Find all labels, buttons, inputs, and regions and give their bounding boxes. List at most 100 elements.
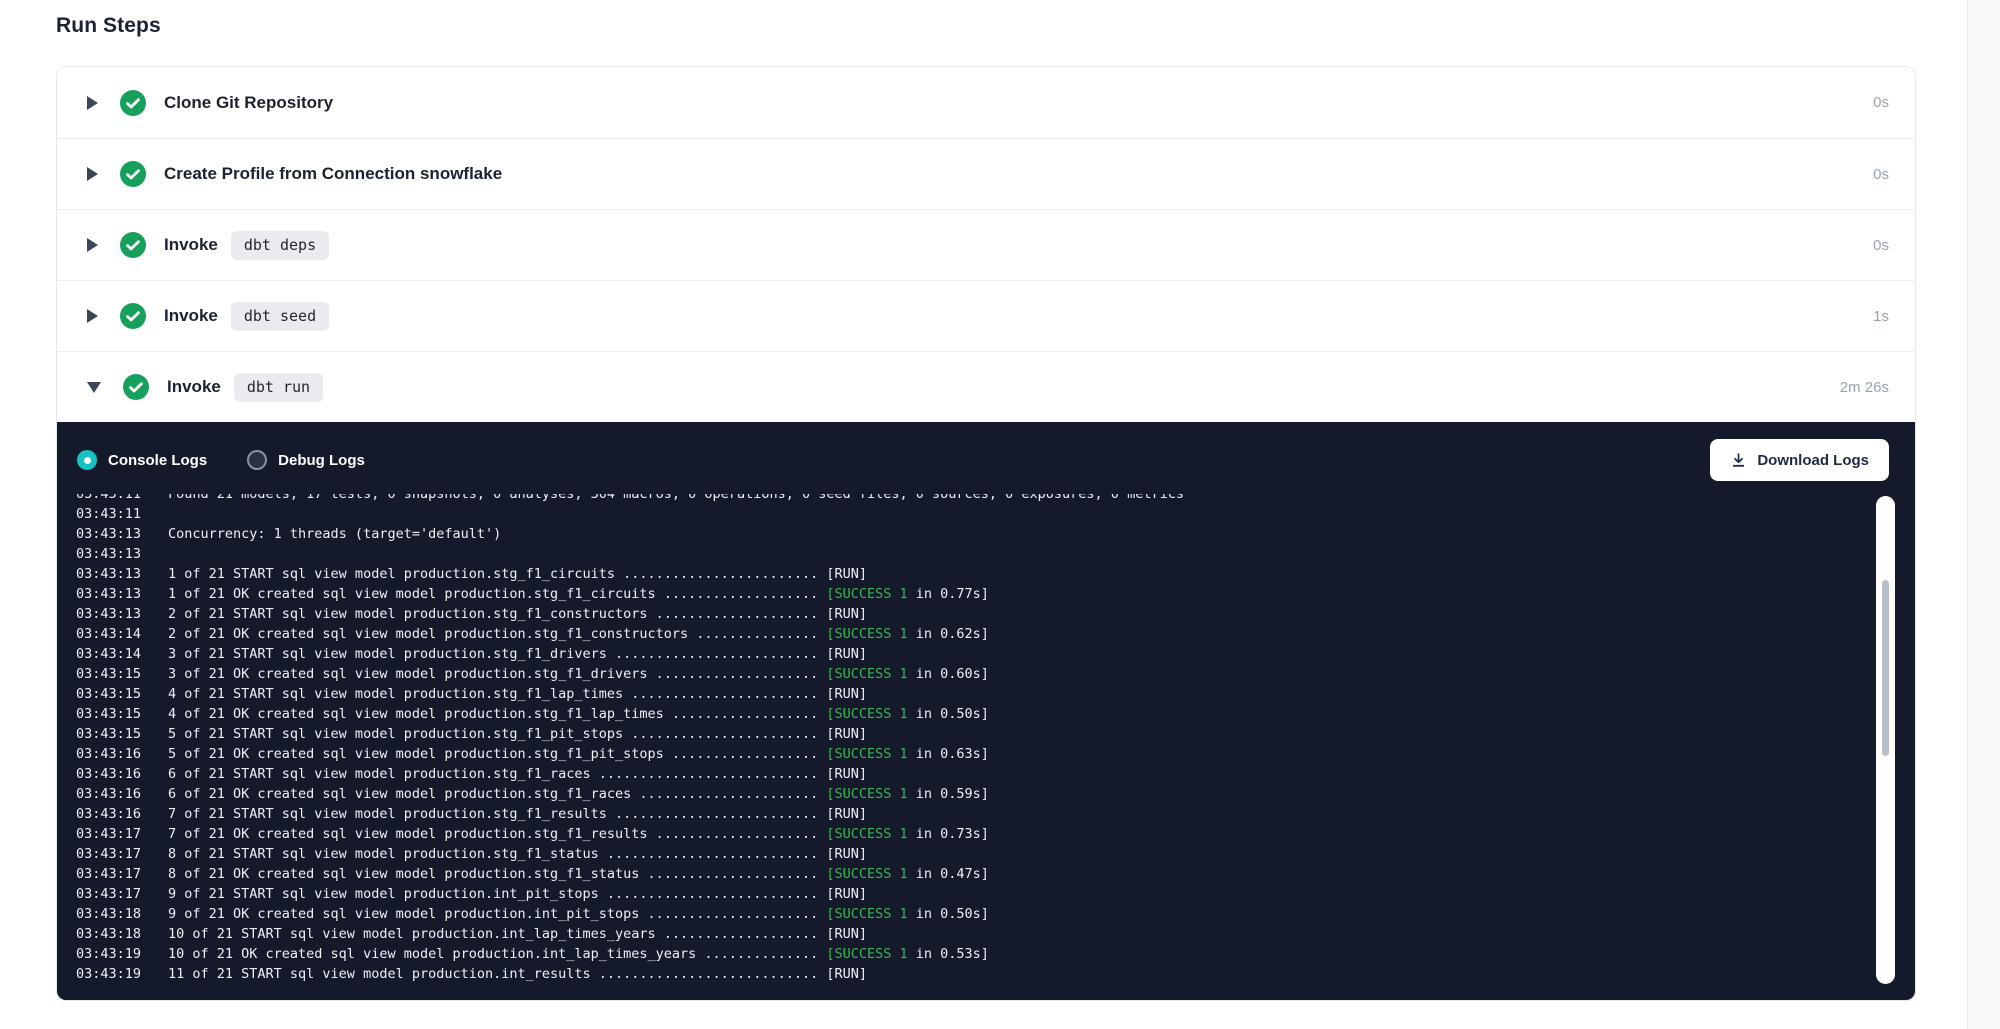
log-timestamp: 03:43:13 (76, 604, 142, 624)
console-scrollbar-thumb[interactable] (1882, 580, 1889, 756)
log-message: 4 of 21 START sql view model production.… (168, 684, 867, 704)
log-message: 2 of 21 START sql view model production.… (168, 604, 867, 624)
log-message: 6 of 21 START sql view model production.… (168, 764, 867, 784)
log-message: 8 of 21 START sql view model production.… (168, 844, 867, 864)
command-chip: dbt deps (231, 231, 329, 260)
log-timestamp: 03:43:15 (76, 704, 142, 724)
log-message: 4 of 21 OK created sql view model produc… (168, 704, 989, 724)
log-message: 11 of 21 START sql view model production… (168, 964, 867, 984)
log-timestamp: 03:43:13 (76, 544, 142, 564)
log-timestamp: 03:43:13 (76, 524, 142, 544)
step-duration: 1s (1873, 308, 1889, 325)
log-line: 03:43:17 8 of 21 OK created sql view mod… (76, 864, 1855, 884)
log-timestamp: 03:43:11 (76, 494, 142, 504)
log-timestamp: 03:43:18 (76, 924, 142, 944)
log-message: 3 of 21 START sql view model production.… (168, 644, 867, 664)
log-line: 03:43:13 Concurrency: 1 threads (target=… (76, 524, 1855, 544)
radio-selected-icon[interactable] (77, 450, 97, 470)
console-header: Console Logs Debug Logs Download Logs (57, 422, 1915, 494)
log-line: 03:43:16 6 of 21 START sql view model pr… (76, 764, 1855, 784)
step-duration: 0s (1873, 94, 1889, 111)
step-label: Invoke (164, 235, 218, 255)
console-logs-radio[interactable]: Console Logs (77, 450, 207, 470)
log-timestamp: 03:43:19 (76, 944, 142, 964)
log-timestamp: 03:43:13 (76, 564, 142, 584)
expand-caret-icon[interactable] (87, 382, 101, 393)
expand-caret-icon[interactable] (87, 309, 98, 323)
expand-caret-icon[interactable] (87, 96, 98, 110)
expand-caret-icon[interactable] (87, 238, 98, 252)
console-logs-label: Console Logs (108, 452, 207, 469)
log-timestamp: 03:43:18 (76, 904, 142, 924)
step-duration: 0s (1873, 166, 1889, 183)
log-message: 5 of 21 START sql view model production.… (168, 724, 867, 744)
log-timestamp: 03:43:14 (76, 624, 142, 644)
log-message: 10 of 21 OK created sql view model produ… (168, 944, 989, 964)
run-step-row[interactable]: Invoke dbt seed 1s (57, 280, 1915, 351)
log-line: 03:43:14 3 of 21 START sql view model pr… (76, 644, 1855, 664)
debug-logs-radio[interactable]: Debug Logs (247, 450, 365, 470)
log-line: 03:43:17 8 of 21 START sql view model pr… (76, 844, 1855, 864)
log-timestamp: 03:43:15 (76, 664, 142, 684)
log-line: 03:43:13 1 of 21 OK created sql view mod… (76, 584, 1855, 604)
download-logs-button[interactable]: Download Logs (1710, 439, 1889, 481)
run-step-row[interactable]: Invoke dbt deps 0s (57, 209, 1915, 280)
log-timestamp: 03:43:11 (76, 504, 142, 524)
log-line: 03:43:18 9 of 21 OK created sql view mod… (76, 904, 1855, 924)
log-message: 1 of 21 OK created sql view model produc… (168, 584, 989, 604)
log-line: 03:43:16 5 of 21 OK created sql view mod… (76, 744, 1855, 764)
debug-logs-label: Debug Logs (278, 452, 365, 469)
log-timestamp: 03:43:17 (76, 864, 142, 884)
step-duration: 2m 26s (1840, 379, 1889, 396)
log-message: 7 of 21 START sql view model production.… (168, 804, 867, 824)
log-timestamp: 03:43:17 (76, 824, 142, 844)
log-line: 03:43:19 11 of 21 START sql view model p… (76, 964, 1855, 984)
success-check-icon (120, 232, 146, 258)
run-steps-card: Clone Git Repository 0s Create Profile f… (56, 66, 1916, 1001)
log-line: 03:43:13 (76, 544, 1855, 564)
run-step-row[interactable]: Create Profile from Connection snowflake… (57, 138, 1915, 209)
log-timestamp: 03:43:16 (76, 764, 142, 784)
step-label: Create Profile from Connection snowflake (164, 164, 502, 184)
step-label: Invoke (167, 377, 221, 397)
console-scrollbar-track[interactable] (1876, 496, 1895, 984)
log-line: 03:43:13 2 of 21 START sql view model pr… (76, 604, 1855, 624)
run-step-row[interactable]: Clone Git Repository 0s (57, 67, 1915, 138)
log-message: 9 of 21 OK created sql view model produc… (168, 904, 989, 924)
log-line: 03:43:17 7 of 21 OK created sql view mod… (76, 824, 1855, 844)
log-timestamp: 03:43:13 (76, 584, 142, 604)
log-line: 03:43:15 5 of 21 START sql view model pr… (76, 724, 1855, 744)
right-gutter (1967, 0, 2000, 1029)
download-logs-label: Download Logs (1757, 452, 1869, 469)
log-message: 2 of 21 OK created sql view model produc… (168, 624, 989, 644)
log-message: 8 of 21 OK created sql view model produc… (168, 864, 989, 884)
log-message: 1 of 21 START sql view model production.… (168, 564, 867, 584)
console-log-lines: 03:43:11 Found 21 models, 17 tests, 0 sn… (76, 494, 1855, 984)
step-label: Invoke (164, 306, 218, 326)
log-line: 03:43:14 2 of 21 OK created sql view mod… (76, 624, 1855, 644)
log-timestamp: 03:43:15 (76, 724, 142, 744)
log-line: 03:43:15 3 of 21 OK created sql view mod… (76, 664, 1855, 684)
command-chip: dbt seed (231, 302, 329, 331)
console-panel: Console Logs Debug Logs Download Logs (57, 422, 1915, 1000)
run-step-row[interactable]: Invoke dbt run 2m 26s (57, 351, 1915, 422)
log-timestamp: 03:43:17 (76, 884, 142, 904)
log-line: 03:43:17 9 of 21 START sql view model pr… (76, 884, 1855, 904)
step-duration: 0s (1873, 237, 1889, 254)
log-line: 03:43:13 1 of 21 START sql view model pr… (76, 564, 1855, 584)
radio-unselected-icon[interactable] (247, 450, 267, 470)
log-timestamp: 03:43:17 (76, 844, 142, 864)
run-steps-list: Clone Git Repository 0s Create Profile f… (57, 67, 1915, 422)
main-content: Run Steps Clone Git Repository 0s Create… (0, 0, 2000, 1001)
log-message: 3 of 21 OK created sql view model produc… (168, 664, 989, 684)
log-timestamp: 03:43:15 (76, 684, 142, 704)
log-line: 03:43:18 10 of 21 START sql view model p… (76, 924, 1855, 944)
log-timestamp: 03:43:14 (76, 644, 142, 664)
log-message: 6 of 21 OK created sql view model produc… (168, 784, 989, 804)
page-title: Run Steps (56, 14, 2000, 38)
log-line: 03:43:11 (76, 504, 1855, 524)
success-check-icon (120, 303, 146, 329)
log-line: 03:43:16 7 of 21 START sql view model pr… (76, 804, 1855, 824)
expand-caret-icon[interactable] (87, 167, 98, 181)
log-timestamp: 03:43:16 (76, 804, 142, 824)
